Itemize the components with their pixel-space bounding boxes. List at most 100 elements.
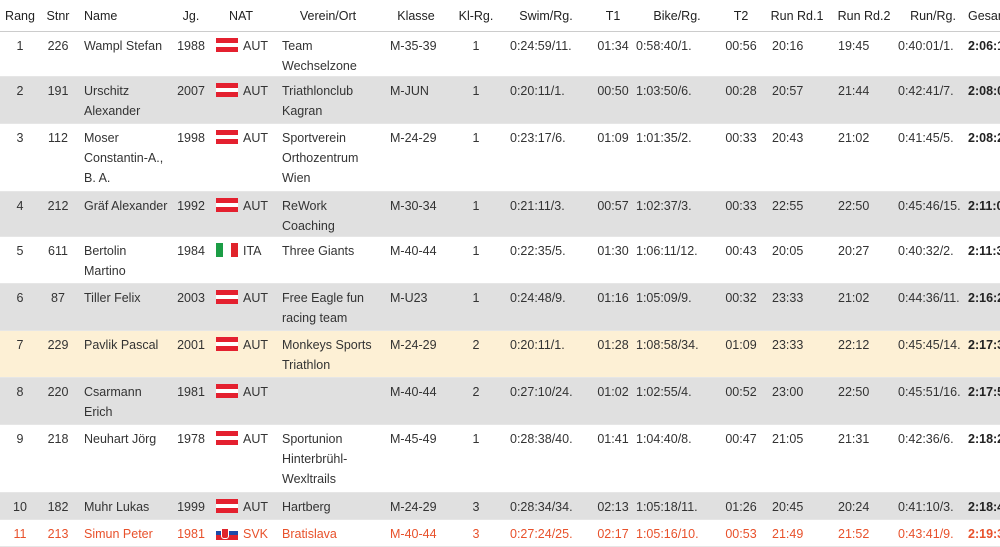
- cell-swim: 0:21:11/3.: [502, 191, 590, 237]
- cell-nat: AUT: [208, 283, 274, 331]
- cell-jg: 1981: [174, 377, 208, 425]
- cell-jg: 1984: [174, 236, 208, 284]
- cell-verein: ReWork Coaching: [274, 191, 382, 237]
- cell-run: 0:45:51/16.: [898, 377, 968, 425]
- cell-swim: 0:27:24/25.: [502, 519, 590, 547]
- cell-gesamt: 2:17:51: [968, 377, 1000, 425]
- cell-verein: Bratislava: [274, 519, 382, 547]
- cell-jg: 1981: [174, 519, 208, 547]
- cell-klasse: M-U23: [382, 283, 450, 331]
- cell-run1: 23:33: [764, 283, 830, 331]
- flag-ita-icon: [216, 243, 238, 257]
- cell-run1: 21:49: [764, 519, 830, 547]
- cell-run: 0:42:36/6.: [898, 424, 968, 493]
- col-header-run1[interactable]: Run Rd.1: [764, 0, 830, 32]
- table-row[interactable]: 11 213 Simun Peter 1981 SVK Bratislava M-40-44…: [0, 519, 1000, 547]
- cell-rang: 9: [0, 424, 40, 493]
- cell-run1: 22:55: [764, 191, 830, 237]
- col-header-swim[interactable]: Swim/Rg.: [502, 0, 590, 32]
- col-header-gesamt[interactable]: Gesamt: [968, 0, 1000, 32]
- cell-run: 0:45:46/15.: [898, 191, 968, 237]
- cell-klasse: M-24-29: [382, 123, 450, 192]
- table-row[interactable]: 6 87 Tiller Felix 2003 AUT Free Eagle fun rac…: [0, 283, 1000, 331]
- cell-stnr: 229: [40, 330, 76, 378]
- cell-klasse: M-24-29: [382, 330, 450, 378]
- cell-name: Neuhart Jörg: [76, 424, 174, 493]
- cell-run: 0:42:41/7.: [898, 76, 968, 124]
- table-row[interactable]: 3 112 Moser Constantin-A., B. A. 1998 AUT Spo…: [0, 123, 1000, 192]
- cell-name: Urschitz Alexander: [76, 76, 174, 124]
- cell-swim: 0:22:35/5.: [502, 236, 590, 284]
- table-row[interactable]: 10 182 Muhr Lukas 1999 AUT Hartberg M-24-29 3 0:…: [0, 492, 1000, 520]
- cell-t1: 01:02: [590, 377, 636, 425]
- col-header-bike[interactable]: Bike/Rg.: [636, 0, 718, 32]
- col-header-t2[interactable]: T2: [718, 0, 764, 32]
- cell-gesamt: 2:11:06: [968, 191, 1000, 237]
- flag-aut-icon: [216, 337, 238, 351]
- cell-nat: AUT: [208, 191, 274, 237]
- cell-run2: 21:31: [830, 424, 898, 493]
- cell-jg: 1978: [174, 424, 208, 493]
- cell-name: Wampl Stefan: [76, 31, 174, 77]
- cell-t2: 00:47: [718, 424, 764, 493]
- table-row[interactable]: 4 212 Gräf Alexander 1992 AUT ReWork Coaching…: [0, 191, 1000, 237]
- results-table: Rang Stnr Name Jg. NAT Verein/Ort Klasse…: [0, 0, 1000, 547]
- cell-nat: AUT: [208, 330, 274, 378]
- cell-stnr: 87: [40, 283, 76, 331]
- cell-gesamt: 2:08:21: [968, 123, 1000, 192]
- cell-t1: 01:16: [590, 283, 636, 331]
- table-row[interactable]: 5 611 Bertolin Martino 1984 ITA Three Giants M…: [0, 236, 1000, 284]
- table-row[interactable]: 2 191 Urschitz Alexander 2007 AUT Triathloncl…: [0, 76, 1000, 124]
- cell-verein: Monkeys Sports Triathlon: [274, 330, 382, 378]
- table-row[interactable]: 9 218 Neuhart Jörg 1978 AUT Sportunion Hinter…: [0, 424, 1000, 493]
- col-header-verein[interactable]: Verein/Ort: [274, 0, 382, 32]
- cell-name: Moser Constantin-A., B. A.: [76, 123, 174, 192]
- cell-run: 0:44:36/11.: [898, 283, 968, 331]
- flag-aut-icon: [216, 431, 238, 445]
- cell-nat: AUT: [208, 424, 274, 493]
- cell-klrg: 2: [450, 330, 502, 378]
- col-header-run2[interactable]: Run Rd.2: [830, 0, 898, 32]
- col-header-nat[interactable]: NAT: [208, 0, 274, 32]
- nat-code: AUT: [243, 131, 268, 145]
- cell-jg: 2003: [174, 283, 208, 331]
- cell-bike: 0:58:40/1.: [636, 31, 718, 77]
- col-header-jg[interactable]: Jg.: [174, 0, 208, 32]
- cell-t2: 00:32: [718, 283, 764, 331]
- cell-klrg: 3: [450, 492, 502, 520]
- col-header-t1[interactable]: T1: [590, 0, 636, 32]
- cell-nat: AUT: [208, 492, 274, 520]
- cell-gesamt: 2:18:25: [968, 424, 1000, 493]
- cell-verein: [274, 377, 382, 425]
- cell-klrg: 1: [450, 76, 502, 124]
- col-header-klasse[interactable]: Klasse: [382, 0, 450, 32]
- cell-gesamt: 2:11:33: [968, 236, 1000, 284]
- cell-swim: 0:20:11/1.: [502, 330, 590, 378]
- cell-t1: 02:13: [590, 492, 636, 520]
- table-row[interactable]: 7 229 Pavlik Pascal 2001 AUT Monkeys Sports T…: [0, 330, 1000, 378]
- cell-stnr: 212: [40, 191, 76, 237]
- cell-rang: 10: [0, 492, 40, 520]
- col-header-name[interactable]: Name: [76, 0, 174, 32]
- cell-bike: 1:02:37/3.: [636, 191, 718, 237]
- cell-bike: 1:02:55/4.: [636, 377, 718, 425]
- nat-code: AUT: [243, 385, 268, 399]
- cell-stnr: 213: [40, 519, 76, 547]
- flag-aut-icon: [216, 130, 238, 144]
- cell-name: Tiller Felix: [76, 283, 174, 331]
- cell-run1: 23:00: [764, 377, 830, 425]
- flag-aut-icon: [216, 499, 238, 513]
- cell-t2: 00:43: [718, 236, 764, 284]
- cell-rang: 3: [0, 123, 40, 192]
- cell-run2: 19:45: [830, 31, 898, 77]
- cell-run1: 21:05: [764, 424, 830, 493]
- col-header-run[interactable]: Run/Rg.: [898, 0, 968, 32]
- table-row[interactable]: 8 220 Csarmann Erich 1981 AUT M-40-44 2 0:27:10…: [0, 377, 1000, 425]
- col-header-stnr[interactable]: Stnr: [40, 0, 76, 32]
- cell-run: 0:40:32/2.: [898, 236, 968, 284]
- col-header-klrg[interactable]: Kl-Rg.: [450, 0, 502, 32]
- table-row[interactable]: 1 226 Wampl Stefan 1988 AUT Team Wechselzone M…: [0, 31, 1000, 77]
- cell-run: 0:43:41/9.: [898, 519, 968, 547]
- col-header-rang[interactable]: Rang: [0, 0, 40, 32]
- cell-stnr: 218: [40, 424, 76, 493]
